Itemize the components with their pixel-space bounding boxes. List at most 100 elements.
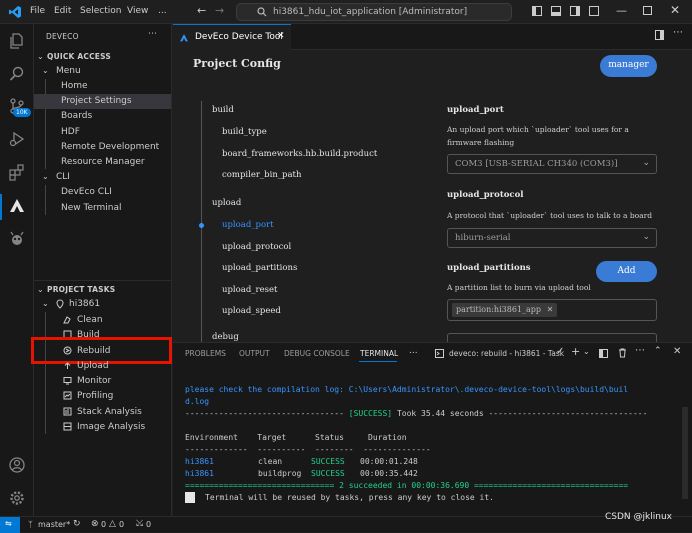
upload-protocol-select[interactable]: hiburn-serial ⌄ — [447, 228, 657, 248]
chevron-down-icon[interactable]: ⌄ — [583, 347, 590, 356]
maximize-panel-icon[interactable]: ⌃ — [654, 346, 662, 356]
chevron-down-icon[interactable]: ⌄ — [37, 52, 44, 61]
tab-close-icon[interactable]: ✕ — [277, 31, 285, 41]
warnings-count[interactable]: 0 — [119, 520, 124, 529]
toggle-secondary-sidebar-icon[interactable] — [570, 6, 580, 16]
close-icon[interactable]: ✕ — [670, 3, 680, 17]
sidebar-more-icon[interactable]: ⋯ — [148, 29, 157, 39]
chevron-down-icon[interactable]: ⌄ — [42, 299, 49, 308]
terminal-icon — [435, 349, 444, 358]
task-image-analysis[interactable]: Image Analysis — [77, 422, 145, 432]
nav-build-type[interactable]: build_type — [222, 127, 267, 137]
tab-terminal[interactable]: TERMINAL — [360, 349, 398, 358]
menu-edit[interactable]: Edit — [54, 6, 71, 16]
explorer-icon[interactable] — [8, 32, 26, 50]
sidebar-item-home[interactable]: Home — [61, 81, 88, 91]
project-hi3861[interactable]: hi3861 — [69, 299, 100, 309]
tag-remove-icon[interactable]: ✕ — [547, 305, 554, 314]
divider — [34, 280, 171, 281]
partition-tag[interactable]: partition:hi3861_app ✕ — [452, 303, 558, 317]
run-debug-icon[interactable] — [8, 130, 26, 148]
menu-selection[interactable]: Selection — [80, 6, 121, 16]
nav-board-frameworks[interactable]: board_frameworks.hb.build.product — [222, 149, 377, 159]
command-center-search[interactable]: hi3861_hdu_iot_application [Administrato… — [236, 3, 512, 21]
menu-file[interactable]: File — [30, 6, 45, 16]
nav-upload[interactable]: upload — [212, 198, 241, 208]
sidebar-item-project-settings[interactable]: Project Settings — [61, 96, 132, 106]
chevron-down-icon[interactable]: ⌄ — [37, 285, 44, 294]
task-stack-analysis[interactable]: Stack Analysis — [77, 407, 142, 417]
tab-deveco-device-tool[interactable]: DevEco Device Tool ✕ — [173, 24, 291, 50]
task-upload[interactable]: Upload — [77, 361, 109, 371]
nav-upload-speed[interactable]: upload_speed — [222, 306, 281, 316]
next-field-box[interactable] — [447, 333, 657, 342]
nav-upload-protocol[interactable]: upload_protocol — [222, 242, 291, 252]
menu-group-label[interactable]: Menu — [56, 66, 81, 76]
chevron-down-icon[interactable]: ⌄ — [42, 66, 49, 75]
table-separator: ------------- ---------- -------- ------… — [185, 445, 431, 454]
new-terminal-icon[interactable]: + — [571, 345, 580, 358]
upload-partitions-list[interactable]: partition:hi3861_app ✕ — [447, 299, 657, 321]
more-actions-icon[interactable]: ⋯ — [673, 27, 683, 38]
warning-icon: △ — [109, 519, 116, 529]
nav-compiler-bin-path[interactable]: compiler_bin_path — [222, 170, 301, 180]
upload-port-select[interactable]: COM3 [USB-SERIAL CH340 (COM3)] ⌄ — [447, 154, 657, 174]
nav-build[interactable]: build — [212, 105, 234, 115]
split-terminal-icon[interactable] — [599, 349, 608, 358]
menu-view[interactable]: View — [127, 6, 148, 16]
tab-problems[interactable]: PROBLEMS — [185, 349, 226, 358]
add-button[interactable]: Add — [596, 261, 657, 282]
tab-output[interactable]: OUTPUT — [239, 349, 270, 358]
sidebar-item-hdf[interactable]: HDF — [61, 127, 80, 137]
remote-indicator[interactable]: ⇋ — [0, 517, 20, 533]
more-actions-icon[interactable]: ⋯ — [635, 345, 645, 356]
branch-name[interactable]: master* — [38, 520, 70, 529]
problems-count[interactable]: 0 — [101, 520, 106, 529]
account-icon[interactable] — [8, 456, 26, 474]
sidebar-item-deveco-cli[interactable]: DevEco CLI — [61, 187, 112, 197]
back-arrow-icon[interactable]: ← — [197, 4, 206, 17]
extensions-icon[interactable] — [8, 163, 26, 181]
split-editor-icon[interactable] — [655, 30, 664, 40]
task-label[interactable]: deveco: rebuild - hi3861 - Task — [449, 349, 564, 358]
check-icon[interactable]: ✓ — [556, 346, 564, 357]
layout-icon[interactable] — [589, 6, 599, 16]
sidebar-item-boards[interactable]: Boards — [61, 111, 92, 121]
panel-more-icon[interactable]: ... — [409, 346, 418, 356]
toggle-panel-icon[interactable] — [551, 6, 561, 16]
alien-icon[interactable] — [8, 230, 26, 248]
minimize-icon[interactable]: — — [616, 4, 627, 17]
terminal-scrollbar[interactable] — [682, 407, 688, 499]
task-clean[interactable]: Clean — [77, 315, 103, 325]
trash-icon[interactable] — [618, 348, 627, 358]
nav-upload-port[interactable]: upload_port — [222, 220, 274, 230]
ports-icon: ⤩ — [136, 519, 144, 529]
task-monitor[interactable]: Monitor — [77, 376, 111, 386]
gear-icon[interactable] — [8, 489, 26, 507]
tab-debug-console[interactable]: DEBUG CONSOLE — [284, 349, 350, 358]
nav-upload-partitions[interactable]: upload_partitions — [222, 263, 297, 273]
nav-debug[interactable]: debug — [212, 332, 239, 342]
quick-access-header[interactable]: QUICK ACCESS — [47, 52, 111, 61]
search-icon[interactable] — [8, 65, 26, 83]
sidebar-item-remote-development[interactable]: Remote Development — [61, 142, 159, 152]
success-dashes-right: Took 35.44 seconds ---------------------… — [392, 409, 648, 418]
cli-group-label[interactable]: CLI — [56, 172, 70, 182]
project-tasks-header[interactable]: PROJECT TASKS — [47, 285, 115, 294]
nav-guide-line — [201, 101, 202, 342]
deveco-icon[interactable] — [8, 197, 26, 215]
maximize-icon[interactable] — [643, 6, 652, 15]
toggle-sidebar-icon[interactable] — [532, 6, 542, 16]
menu-more[interactable]: ... — [158, 6, 167, 16]
task-profiling[interactable]: Profiling — [77, 391, 113, 401]
manager-button[interactable]: manager — [600, 55, 657, 77]
chevron-down-icon[interactable]: ⌄ — [42, 172, 49, 181]
close-panel-icon[interactable]: ✕ — [673, 346, 681, 357]
sidebar-item-resource-manager[interactable]: Resource Manager — [61, 157, 145, 167]
ports-count[interactable]: 0 — [146, 520, 151, 529]
sidebar-item-new-terminal[interactable]: New Terminal — [61, 203, 122, 213]
error-icon: ⊗ — [91, 519, 99, 529]
forward-arrow-icon[interactable]: → — [215, 4, 224, 17]
nav-upload-reset[interactable]: upload_reset — [222, 285, 277, 295]
sync-icon[interactable]: ↻ — [73, 519, 81, 529]
